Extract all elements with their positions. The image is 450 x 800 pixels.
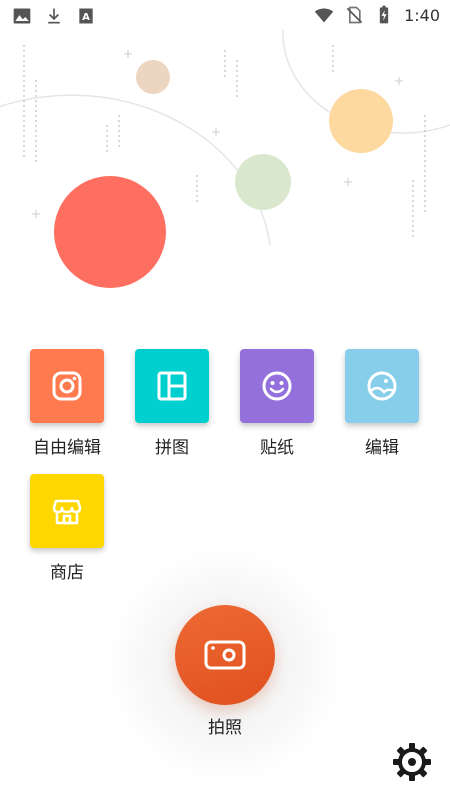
- collage-tile[interactable]: [135, 349, 209, 423]
- gear-icon[interactable]: [392, 742, 432, 782]
- capture-area: 拍照: [105, 545, 345, 785]
- tool-sticker[interactable]: 贴纸: [222, 349, 332, 458]
- sticker-tile[interactable]: [240, 349, 314, 423]
- tool-edit[interactable]: 编辑: [327, 349, 437, 458]
- store-tile[interactable]: [30, 474, 104, 548]
- image-icon: [13, 8, 31, 24]
- free-edit-label: 自由编辑: [33, 438, 101, 458]
- capture-label: 拍照: [208, 718, 242, 738]
- no-sim-icon: [346, 6, 363, 24]
- decorative-header: [0, 29, 450, 288]
- edit-label: 编辑: [365, 438, 399, 458]
- camera-icon: [204, 640, 246, 670]
- smiley-sticker-icon: [262, 371, 292, 401]
- capture-button[interactable]: [175, 605, 275, 705]
- wifi-icon: [314, 8, 334, 23]
- battery-charging-icon: [379, 5, 389, 24]
- tool-collage[interactable]: 拼图: [117, 349, 227, 458]
- sticker-label: 贴纸: [260, 438, 294, 458]
- store-icon: [52, 499, 82, 525]
- tool-store[interactable]: 商店: [12, 474, 122, 583]
- free-edit-tile[interactable]: [30, 349, 104, 423]
- status-bar: A 1:40: [0, 0, 450, 32]
- collage-label: 拼图: [155, 438, 189, 458]
- photo-edit-icon: [367, 371, 397, 401]
- edit-tile[interactable]: [345, 349, 419, 423]
- svg-text:A: A: [82, 12, 90, 23]
- collage-grid-icon: [157, 371, 187, 401]
- store-label: 商店: [50, 563, 84, 583]
- tool-free-edit[interactable]: 自由编辑: [12, 349, 122, 458]
- download-icon: [48, 8, 60, 24]
- instagram-camera-icon: [52, 371, 82, 401]
- translate-icon: A: [79, 8, 93, 24]
- status-time: 1:40: [404, 5, 440, 25]
